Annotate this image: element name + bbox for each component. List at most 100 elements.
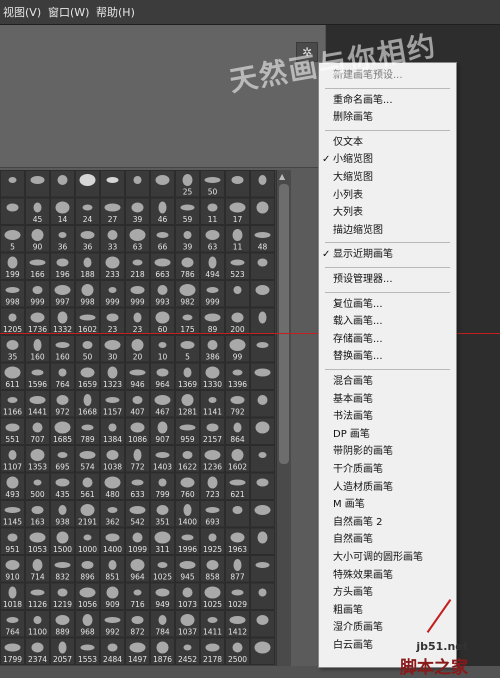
brush-tile[interactable] bbox=[100, 170, 125, 198]
brush-tile[interactable] bbox=[250, 610, 275, 638]
brush-tile[interactable] bbox=[150, 170, 175, 198]
brush-tile[interactable] bbox=[0, 197, 25, 225]
menu-item[interactable]: 粗画笔 bbox=[319, 602, 456, 620]
brush-tile[interactable]: 14 bbox=[50, 197, 75, 225]
brush-tile[interactable] bbox=[225, 500, 250, 528]
brush-tile[interactable]: 1099 bbox=[125, 527, 150, 555]
brush-tile[interactable]: 1411 bbox=[200, 610, 225, 638]
menu-item[interactable]: ✓ 小缩览图 bbox=[319, 151, 456, 169]
brush-tile[interactable]: 1396 bbox=[225, 362, 250, 390]
brush-tile[interactable]: 1996 bbox=[175, 527, 200, 555]
brush-tile[interactable]: 789 bbox=[75, 417, 100, 445]
menu-item[interactable]: 删除画笔 bbox=[319, 109, 456, 127]
brush-tile[interactable]: 1332 bbox=[50, 307, 75, 335]
brush-tile[interactable]: 574 bbox=[75, 445, 100, 473]
brush-tile[interactable]: 799 bbox=[150, 472, 175, 500]
brush-tile[interactable]: 166 bbox=[25, 252, 50, 280]
brush-tile[interactable]: 1353 bbox=[25, 445, 50, 473]
brush-tile[interactable]: 1602 bbox=[75, 307, 100, 335]
brush-tile[interactable]: 1157 bbox=[100, 390, 125, 418]
brush-tile[interactable]: 1685 bbox=[50, 417, 75, 445]
brush-tile[interactable]: 36 bbox=[75, 225, 100, 253]
brush-tile[interactable]: 1145 bbox=[0, 500, 25, 528]
brush-tile[interactable]: 1025 bbox=[150, 555, 175, 583]
menu-item[interactable]: 特殊效果画笔 bbox=[319, 567, 456, 585]
brush-tile[interactable]: 494 bbox=[200, 252, 225, 280]
brush-tile[interactable]: 1369 bbox=[175, 362, 200, 390]
brush-tile[interactable]: 500 bbox=[25, 472, 50, 500]
brush-tile[interactable]: 723 bbox=[200, 472, 225, 500]
menu-item[interactable]: 自然画笔 bbox=[319, 531, 456, 549]
brush-tile[interactable]: 707 bbox=[25, 417, 50, 445]
brush-tile[interactable]: 200 bbox=[225, 307, 250, 335]
scroll-thumb[interactable] bbox=[279, 184, 289, 464]
brush-tile[interactable] bbox=[250, 252, 275, 280]
brush-tile[interactable]: 160 bbox=[25, 335, 50, 363]
scroll-up-arrow-icon[interactable]: ▲ bbox=[279, 172, 285, 181]
menu-item[interactable]: 存储画笔... bbox=[319, 331, 456, 349]
brush-tile[interactable]: 36 bbox=[50, 225, 75, 253]
brush-tile[interactable]: 1141 bbox=[200, 390, 225, 418]
brush-tile[interactable]: 910 bbox=[0, 555, 25, 583]
brush-tile[interactable] bbox=[250, 555, 275, 583]
menu-item[interactable]: 复位画笔... bbox=[319, 296, 456, 314]
brush-tile[interactable]: 1553 bbox=[75, 637, 100, 665]
brush-tile[interactable]: 1107 bbox=[0, 445, 25, 473]
brush-tile[interactable]: 772 bbox=[125, 445, 150, 473]
brush-tile[interactable]: 999 bbox=[125, 280, 150, 308]
brush-tile[interactable]: 2057 bbox=[50, 637, 75, 665]
brush-tile[interactable]: 1602 bbox=[225, 445, 250, 473]
brush-tile[interactable]: 611 bbox=[0, 362, 25, 390]
brush-tile[interactable]: 999 bbox=[25, 280, 50, 308]
brush-tile[interactable]: 998 bbox=[75, 280, 100, 308]
brush-tile[interactable]: 50 bbox=[200, 170, 225, 198]
brush-tile[interactable]: 909 bbox=[100, 582, 125, 610]
menu-item[interactable]: 大列表 bbox=[319, 204, 456, 222]
brush-tile[interactable]: 1236 bbox=[200, 445, 225, 473]
menu-item[interactable]: 描边缩览图 bbox=[319, 222, 456, 240]
menu-item[interactable]: 载入画笔... bbox=[319, 313, 456, 331]
brush-tile[interactable]: 27 bbox=[100, 197, 125, 225]
brush-tile[interactable]: 2191 bbox=[75, 500, 100, 528]
brush-tile[interactable]: 1596 bbox=[25, 362, 50, 390]
brush-tile[interactable]: 435 bbox=[50, 472, 75, 500]
brush-tile[interactable]: 1205 bbox=[0, 307, 25, 335]
brush-tile[interactable]: 33 bbox=[100, 225, 125, 253]
brush-tile[interactable]: 551 bbox=[0, 417, 25, 445]
menu-window[interactable]: 窗口(W) bbox=[48, 4, 89, 20]
brush-tile[interactable] bbox=[250, 445, 275, 473]
brush-tile[interactable]: 218 bbox=[125, 252, 150, 280]
menu-item[interactable]: M 画笔 bbox=[319, 496, 456, 514]
brush-tile[interactable]: 48 bbox=[250, 225, 275, 253]
brush-tile[interactable]: 90 bbox=[25, 225, 50, 253]
brush-tile[interactable]: 351 bbox=[150, 500, 175, 528]
brush-tile[interactable]: 5 bbox=[0, 225, 25, 253]
brush-tile[interactable]: 1100 bbox=[25, 610, 50, 638]
brush-tile[interactable]: 63 bbox=[200, 225, 225, 253]
brush-tile[interactable]: 233 bbox=[100, 252, 125, 280]
brush-tile[interactable] bbox=[250, 280, 275, 308]
brush-tile[interactable]: 30 bbox=[100, 335, 125, 363]
brush-tile[interactable]: 764 bbox=[50, 362, 75, 390]
brush-tile[interactable]: 877 bbox=[225, 555, 250, 583]
brush-tile[interactable]: 1400 bbox=[175, 500, 200, 528]
menu-item[interactable]: ✓ 显示近期画笔 bbox=[319, 246, 456, 264]
brush-tile[interactable]: 946 bbox=[125, 362, 150, 390]
brush-tile[interactable] bbox=[0, 170, 25, 198]
brush-tile[interactable]: 1497 bbox=[125, 637, 150, 665]
brush-tile[interactable]: 792 bbox=[225, 390, 250, 418]
brush-tile[interactable]: 1876 bbox=[150, 637, 175, 665]
brush-tile[interactable]: 1500 bbox=[50, 527, 75, 555]
brush-tile[interactable] bbox=[125, 170, 150, 198]
brush-tile[interactable]: 1056 bbox=[75, 582, 100, 610]
brush-tile[interactable]: 39 bbox=[175, 225, 200, 253]
brush-tile[interactable]: 1799 bbox=[0, 637, 25, 665]
brush-tile[interactable]: 561 bbox=[75, 472, 100, 500]
brush-tile[interactable]: 1029 bbox=[225, 582, 250, 610]
brush-tile[interactable]: 60 bbox=[150, 307, 175, 335]
brush-tile[interactable]: 199 bbox=[0, 252, 25, 280]
menu-help[interactable]: 帮助(H) bbox=[96, 4, 135, 20]
brush-tile[interactable]: 907 bbox=[150, 417, 175, 445]
brush-tile[interactable]: 1086 bbox=[125, 417, 150, 445]
brush-tile[interactable]: 896 bbox=[75, 555, 100, 583]
